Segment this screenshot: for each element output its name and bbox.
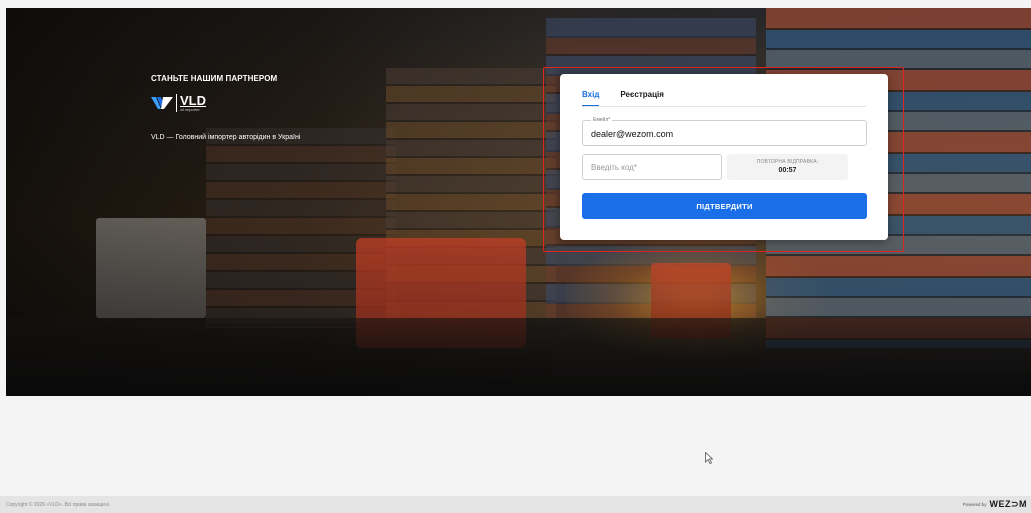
- truck-image: [96, 218, 206, 318]
- mouse-cursor-icon: [705, 452, 713, 464]
- tab-login[interactable]: Вхід: [582, 90, 600, 106]
- tagline: VLD — Головний імпортер авторідин в Укра…: [151, 134, 301, 141]
- logo-text: VLD oil importer: [180, 94, 206, 112]
- footer: Copyright © 2026 «VLD». Всі права захище…: [0, 496, 1031, 513]
- email-input[interactable]: [591, 129, 851, 139]
- vld-logo[interactable]: VLD oil importer: [151, 94, 206, 112]
- email-field[interactable]: Емейл*: [582, 117, 867, 146]
- auth-tabs: Вхід Реєстрація: [582, 90, 866, 107]
- powered-label: Powered by: [962, 502, 987, 507]
- resend-code-button[interactable]: ПОВТОРНА ВІДПРАВКА: 00:57: [727, 154, 848, 180]
- resend-label: ПОВТОРНА ВІДПРАВКА:: [756, 159, 819, 165]
- wezom-logo: WEZ⊃M: [989, 499, 1027, 509]
- code-field[interactable]: [582, 154, 722, 180]
- copyright-text: Copyright © 2026 «VLD». Всі права захище…: [6, 502, 111, 508]
- logo-name: VLD: [180, 93, 206, 108]
- partner-title: СТАНЬТЕ НАШИМ ПАРТНЕРОМ: [151, 74, 278, 83]
- ground-shadow: [6, 318, 1031, 396]
- resend-timer: 00:57: [778, 167, 797, 174]
- tab-registration[interactable]: Реєстрація: [620, 90, 664, 106]
- vld-logo-icon: [151, 97, 173, 109]
- logo-subtext: oil importer: [180, 107, 200, 112]
- login-card: Вхід Реєстрація Емейл* ПОВТОРНА ВІДПРАВК…: [560, 74, 888, 240]
- logo-divider: [176, 94, 177, 112]
- powered-by-link[interactable]: Powered by WEZ⊃M: [963, 499, 1027, 510]
- code-input[interactable]: [591, 163, 711, 172]
- confirm-button[interactable]: ПІДТВЕРДИТИ: [582, 193, 867, 219]
- email-label: Емейл*: [591, 117, 613, 123]
